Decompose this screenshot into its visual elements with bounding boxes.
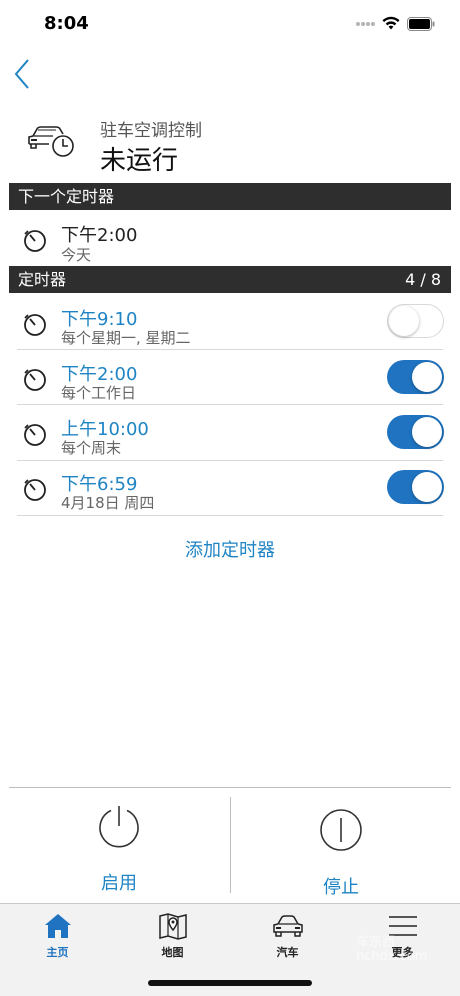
stop-icon bbox=[320, 809, 362, 851]
tab-car[interactable]: 汽车 bbox=[230, 904, 345, 964]
battery-icon bbox=[407, 17, 435, 31]
row-divider bbox=[17, 460, 443, 461]
toggle-knob bbox=[412, 362, 442, 392]
watermark: 车东西 nchdx.com bbox=[356, 935, 428, 964]
signal-dots-icon bbox=[356, 22, 376, 28]
timer-schedule: 每个周末 bbox=[61, 439, 122, 457]
timer-icon bbox=[24, 230, 46, 252]
home-icon bbox=[45, 914, 71, 938]
status-bar: 8:04 bbox=[0, 0, 460, 48]
back-chevron-icon[interactable] bbox=[10, 56, 40, 92]
status-time: 8:04 bbox=[44, 13, 89, 34]
home-indicator bbox=[148, 980, 312, 986]
timer-toggle[interactable] bbox=[387, 415, 444, 449]
start-button[interactable]: 启用 bbox=[9, 790, 229, 900]
row-divider bbox=[17, 404, 443, 405]
toggle-knob bbox=[412, 417, 442, 447]
next-timer-section-label: 下一个定时器 bbox=[18, 187, 115, 206]
timer-schedule: 4月18日 周四 bbox=[61, 494, 155, 512]
timer-icon bbox=[24, 369, 46, 391]
timer-icon bbox=[24, 314, 46, 336]
tab-label: 汽车 bbox=[276, 946, 299, 959]
map-icon bbox=[159, 913, 187, 940]
timer-icon bbox=[24, 424, 46, 446]
timer-schedule: 每个星期一, 星期二 bbox=[61, 329, 191, 347]
timer-toggle[interactable] bbox=[387, 470, 444, 504]
next-timer-section-header: 下一个定时器 bbox=[9, 183, 451, 210]
timers-count: 4 / 8 bbox=[405, 270, 441, 289]
timer-toggle[interactable] bbox=[387, 304, 444, 338]
wifi-icon bbox=[382, 16, 400, 30]
stop-label: 停止 bbox=[323, 877, 359, 898]
start-label: 启用 bbox=[101, 873, 137, 894]
timer-toggle[interactable] bbox=[387, 360, 444, 394]
timer-schedule: 每个工作日 bbox=[61, 384, 137, 402]
row-divider bbox=[17, 349, 443, 350]
tab-map[interactable]: 地图 bbox=[115, 904, 230, 964]
stop-button[interactable]: 停止 bbox=[231, 790, 451, 900]
car-icon bbox=[273, 915, 303, 937]
toggle-knob bbox=[389, 306, 419, 336]
controls-divider bbox=[9, 787, 451, 788]
tab-label: 地图 bbox=[161, 946, 184, 959]
timer-icon bbox=[24, 479, 46, 501]
timers-section-label: 定时器 bbox=[18, 270, 67, 289]
tab-label: 主页 bbox=[46, 946, 69, 959]
tab-home[interactable]: 主页 bbox=[0, 904, 115, 964]
status-title: 未运行 bbox=[100, 146, 179, 176]
toggle-knob bbox=[412, 472, 442, 502]
car-climate-timer-icon bbox=[28, 126, 74, 157]
row-divider bbox=[17, 515, 443, 516]
power-icon bbox=[99, 806, 139, 848]
feature-subtitle: 驻车空调控制 bbox=[100, 121, 202, 141]
timers-section-header: 定时器 4 / 8 bbox=[9, 266, 451, 293]
add-timer-button[interactable]: 添加定时器 bbox=[0, 536, 460, 562]
next-timer-day: 今天 bbox=[61, 246, 92, 264]
